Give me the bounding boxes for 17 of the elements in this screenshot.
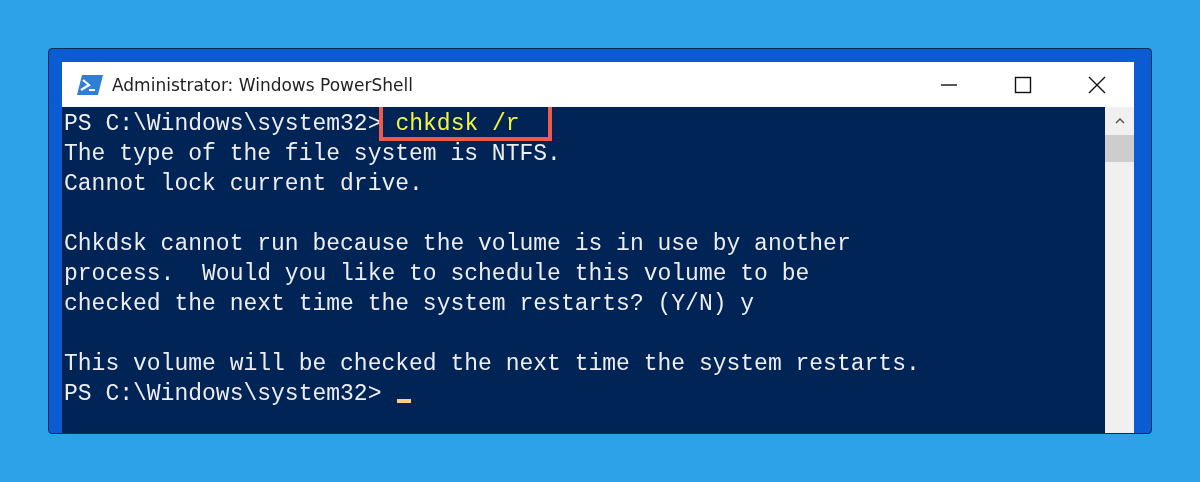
output-text: This volume will be checked the next time the system restarts.: [64, 350, 920, 379]
output-text: Chkdsk cannot run because the volume is in use by another: [64, 230, 851, 259]
maximize-icon: [1014, 75, 1032, 94]
scrollbar[interactable]: [1105, 107, 1134, 433]
command-text: chkdsk /r: [395, 111, 520, 137]
output-text: Cannot lock current drive.: [64, 170, 423, 199]
powershell-icon: [76, 73, 104, 96]
minimize-icon: [940, 83, 958, 86]
close-icon: [1088, 75, 1106, 94]
output-text: process. Would you like to schedule this volume to be: [64, 260, 810, 289]
output-text: checked the next time the system restarts? (Y/N) y: [64, 290, 755, 319]
scroll-up-icon[interactable]: [1113, 117, 1126, 125]
scroll-thumb[interactable]: [1105, 135, 1134, 162]
output-text: The type of the file system is NTFS.: [64, 140, 561, 169]
prompt-text: PS C:\Windows\system32>: [64, 110, 382, 139]
window-title: Administrator: Windows PowerShell: [112, 74, 413, 95]
prompt-text: PS C:\Windows\system32>: [64, 380, 382, 409]
